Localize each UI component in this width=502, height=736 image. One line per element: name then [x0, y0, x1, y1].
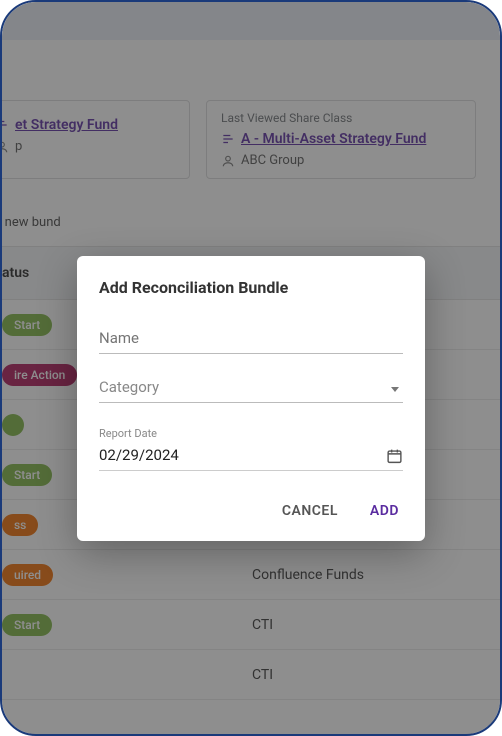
cancel-button[interactable]: CANCEL — [278, 497, 342, 525]
add-button[interactable]: ADD — [366, 497, 403, 525]
date-input[interactable] — [99, 442, 386, 470]
chevron-down-icon — [391, 387, 399, 392]
category-field[interactable]: Category — [99, 378, 403, 403]
name-input[interactable] — [99, 325, 403, 353]
dialog-actions: CANCEL ADD — [99, 497, 403, 525]
dialog-title: Add Reconciliation Bundle — [99, 278, 403, 297]
modal-backdrop[interactable]: Add Reconciliation Bundle Category Repor… — [2, 2, 500, 734]
calendar-icon[interactable] — [386, 447, 403, 465]
app-frame: et Strategy Fund p Last Viewed Share Cla… — [0, 0, 502, 736]
category-placeholder: Category — [99, 378, 403, 402]
name-field[interactable] — [99, 325, 403, 354]
date-label: Report Date — [99, 427, 403, 440]
report-date-field[interactable]: Report Date — [99, 427, 403, 471]
add-bundle-dialog: Add Reconciliation Bundle Category Repor… — [77, 256, 425, 541]
